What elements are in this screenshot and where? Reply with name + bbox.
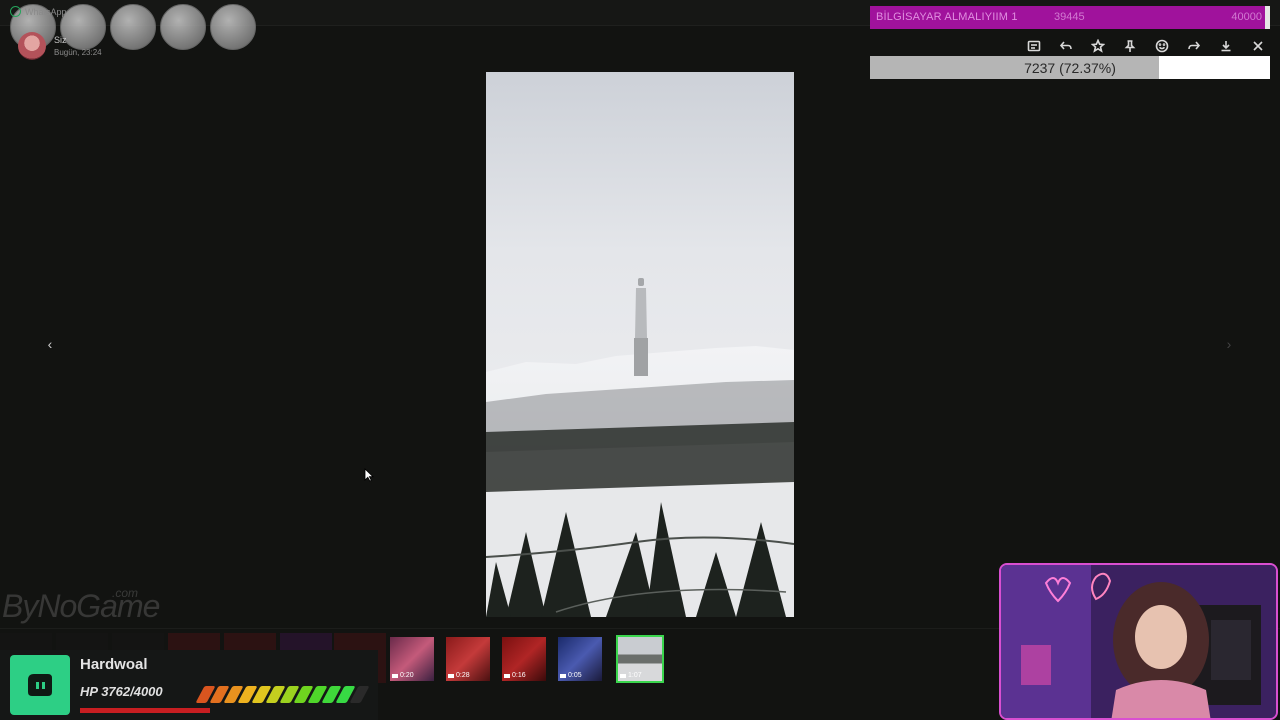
- message-sender[interactable]: Siz Bugün, 23:24: [18, 32, 102, 60]
- thumbnail-duration: 1:07: [620, 672, 642, 679]
- previous-arrow-icon[interactable]: ‹: [42, 336, 58, 352]
- coin-icon: [210, 4, 256, 50]
- star-icon[interactable]: [1082, 36, 1114, 56]
- forward-icon[interactable]: [1178, 36, 1210, 56]
- video-camera-icon: [560, 673, 566, 678]
- mouse-cursor-icon: [364, 468, 374, 482]
- video-camera-icon: [448, 673, 454, 678]
- progress-label: 7237 (72.37%): [1024, 60, 1116, 76]
- hp-bar-base: [80, 708, 210, 713]
- thumbnail-video[interactable]: 0:28: [446, 637, 490, 681]
- download-icon[interactable]: [1210, 36, 1242, 56]
- video-camera-icon: [620, 673, 626, 678]
- progress-bar: 7237 (72.37%): [870, 56, 1270, 79]
- thumbnail-duration: 0:28: [448, 672, 470, 679]
- screen: WhatsApp Siz Bugün, 23:24 BİLGİSAYAR ALM…: [0, 0, 1280, 720]
- hp-player-name: Hardwoal: [80, 656, 148, 673]
- avatar[interactable]: [18, 32, 46, 60]
- donation-goal-bar: BİLGİSAYAR ALMALIYIIM 1 39445 40000: [870, 6, 1270, 29]
- close-icon[interactable]: [1242, 36, 1274, 56]
- goal-current: 39445: [1054, 11, 1085, 23]
- webcam-feed: [1001, 565, 1276, 718]
- thumbnail-video-selected[interactable]: 1:07: [616, 635, 664, 683]
- media-toolbar: [1018, 36, 1274, 56]
- whatsapp-icon: [10, 6, 21, 17]
- goal-title: BİLGİSAYAR ALMALIYIIM 1: [876, 11, 1018, 23]
- streamer-webcam: [999, 563, 1278, 720]
- thumbnail-duration: 0:05: [560, 672, 582, 679]
- thumbnail-video[interactable]: 0:16: [502, 637, 546, 681]
- caption-icon[interactable]: [1018, 36, 1050, 56]
- thumbnail-video[interactable]: 0:20: [390, 637, 434, 681]
- watermark-suffix: .com: [112, 586, 139, 600]
- app-name: WhatsApp: [25, 6, 67, 17]
- coin-icon: [110, 4, 156, 50]
- next-arrow-icon[interactable]: ›: [1221, 336, 1237, 352]
- thumbnail-video[interactable]: 0:05: [558, 637, 602, 681]
- streamlabs-logo-icon: [10, 655, 70, 715]
- pin-icon[interactable]: [1114, 36, 1146, 56]
- hp-overlay: Hardwoal HP 3762/4000: [0, 650, 378, 720]
- video-camera-icon: [392, 673, 398, 678]
- media-viewer-image[interactable]: [486, 72, 794, 617]
- thumbnail-duration: 0:16: [504, 672, 526, 679]
- video-camera-icon: [504, 673, 510, 678]
- emoji-icon[interactable]: [1146, 36, 1178, 56]
- thumbnail-duration: 0:20: [392, 672, 414, 679]
- goal-target: 40000: [1231, 11, 1262, 23]
- hp-segments: [195, 686, 370, 703]
- sender-name: Siz: [54, 35, 67, 45]
- reply-icon[interactable]: [1050, 36, 1082, 56]
- coin-icon: [160, 4, 206, 50]
- image-statue: [634, 278, 648, 376]
- sender-time: Bugün, 23:24: [54, 48, 102, 57]
- goal-bar-end: [1265, 6, 1270, 29]
- app-label: WhatsApp: [10, 6, 67, 17]
- hp-value: HP 3762/4000: [80, 684, 163, 699]
